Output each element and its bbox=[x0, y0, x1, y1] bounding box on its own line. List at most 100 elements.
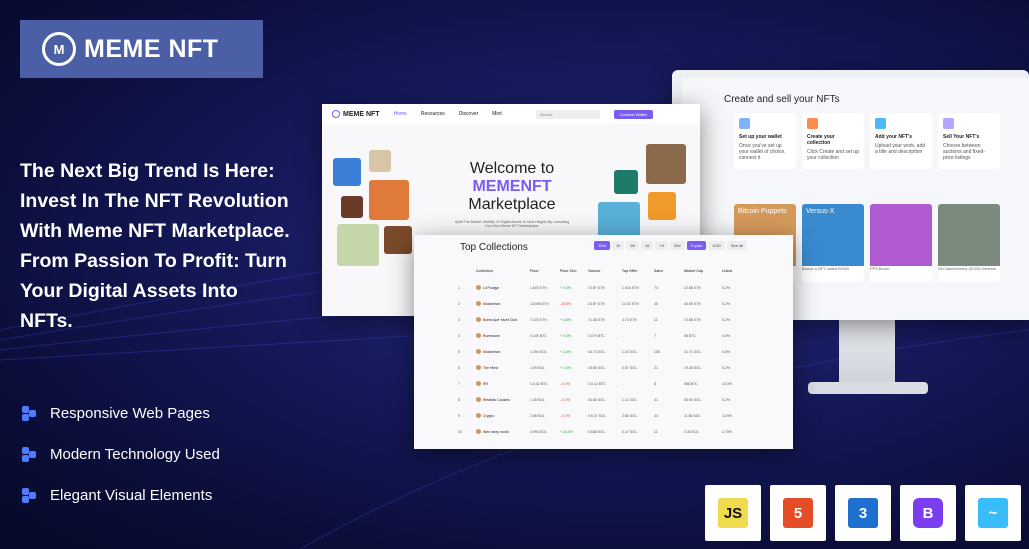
collection-avatar bbox=[476, 349, 481, 354]
step-title: Add your NFT's bbox=[875, 134, 913, 140]
step-text: Choose between auctions and fixed-price … bbox=[943, 143, 985, 161]
table-cell: 988 BTC bbox=[684, 381, 698, 386]
table-cell: 74.88 ETH bbox=[684, 317, 701, 322]
step-cards: Set up your wallet Once you've set up you… bbox=[734, 113, 1000, 169]
avatar bbox=[337, 224, 379, 266]
table-cell: - bbox=[622, 381, 624, 386]
table-cell: 11 bbox=[654, 317, 658, 322]
table-cell: 3 bbox=[458, 317, 460, 322]
table-row[interactable]: 4 Runestone 0.449 BTC + 0.0% 0.079 BTC - 7 98 B… bbox=[458, 333, 749, 338]
avatar bbox=[648, 192, 676, 220]
collection-label: Mutantmon bbox=[483, 301, 501, 306]
table-row[interactable]: 1 Lil Pudgys 1.600 ETH + 0.0% 74.87 ETH 1.016… bbox=[458, 285, 749, 290]
table-cell: - 0.0% bbox=[560, 397, 571, 402]
filter-tab[interactable]: 30m bbox=[594, 241, 611, 250]
column-header: Sales bbox=[654, 269, 664, 273]
step-title: Set up your wallet bbox=[739, 134, 782, 140]
top-collections-panel: Top Collections 30m 1h 6h 1d 7d 30d Crypto USD S… bbox=[414, 235, 793, 449]
step-card: Add your NFT's Upload your work, add a ti… bbox=[870, 113, 932, 169]
nav-resources[interactable]: Resources bbox=[421, 111, 445, 117]
step-icon bbox=[943, 118, 954, 129]
table-cell: 74.87 ETH bbox=[588, 285, 605, 290]
tech-logo: JS bbox=[705, 485, 761, 541]
table-row[interactable]: 2 Mutantmon 13.698 ETH -18.8% 24.87 ETH 14.02… bbox=[458, 301, 749, 306]
css3-icon: 3 bbox=[848, 498, 878, 528]
collection-name: Retardio Cousins bbox=[476, 397, 524, 402]
table-cell: 40.89 ETH bbox=[684, 301, 701, 306]
table-cell: + 0.0% bbox=[560, 285, 571, 290]
avatar bbox=[646, 144, 686, 184]
table-row[interactable]: 8 Retardio Cousins 1.45 SOL - 0.0% 34.65 SOL… bbox=[458, 397, 749, 402]
step-card: Create your collection Click Create and s… bbox=[802, 113, 864, 169]
table-cell: 9.6.37 SOL bbox=[588, 413, 606, 418]
table-cell: + 3.8% bbox=[560, 317, 571, 322]
collection-label: Cryppo bbox=[483, 413, 495, 418]
collection-name: Wen rarep world bbox=[476, 429, 524, 434]
avatar bbox=[369, 150, 391, 172]
tech-logo: 5 bbox=[770, 485, 826, 541]
table-row[interactable]: 5 Mutantmon 1.394 SOL + 2.0% 44.73 SOL 1.24 S… bbox=[458, 349, 749, 354]
table-cell: 14.02 ETH bbox=[622, 301, 639, 306]
collection-avatar bbox=[476, 413, 481, 418]
table-cell: 15.89 SOL bbox=[588, 365, 605, 370]
site-logo[interactable]: MEME NFT bbox=[332, 110, 380, 118]
filter-tab[interactable]: See all bbox=[726, 241, 747, 250]
filter-tab[interactable]: 7d bbox=[655, 241, 668, 250]
filter-tab[interactable]: Crypto bbox=[686, 241, 707, 250]
table-cell: 3.74 ETH bbox=[622, 317, 637, 322]
avatar bbox=[341, 196, 363, 218]
table-cell: 2 bbox=[458, 301, 460, 306]
connect-wallet-button[interactable]: Connect Wallet bbox=[613, 109, 653, 119]
nft-caption: SirChainMonkey (SCM) Genesis bbox=[938, 266, 996, 271]
table-cell: 34.65 SOL bbox=[588, 397, 605, 402]
table-cell: 105 bbox=[654, 349, 660, 354]
search-input[interactable]: Search bbox=[535, 109, 600, 119]
table-cell: 9 bbox=[458, 413, 460, 418]
collection-name: Lil Pudgys bbox=[476, 285, 524, 290]
filter-tab[interactable]: 30d bbox=[669, 241, 685, 250]
collection-label: The Hinst bbox=[483, 365, 498, 370]
nft-card[interactable]: PFS Boom bbox=[870, 204, 932, 282]
table-cell: 98 BTC bbox=[684, 333, 696, 338]
table-cell: 44.73 SOL bbox=[588, 349, 605, 354]
bullet-icon bbox=[22, 405, 38, 422]
table-cell: 13.698 ETH bbox=[530, 301, 549, 306]
table-cell: 6 bbox=[458, 365, 460, 370]
table-cell: 0.47 SOL bbox=[622, 429, 637, 434]
table-cell: -18.8% bbox=[560, 301, 572, 306]
nav-home[interactable]: Home bbox=[394, 111, 407, 117]
table-header: Collection Floor Floor Chn Volume Top Offer S… bbox=[458, 269, 749, 273]
nft-card[interactable]: SirChainMonkey (SCM) Genesis bbox=[938, 204, 1000, 282]
table-cell: 71.38 ETH bbox=[588, 317, 605, 322]
table-cell: 7.100 ETH bbox=[530, 317, 547, 322]
nft-image bbox=[938, 204, 1000, 266]
table-row[interactable]: 7 RR 1.6.02 BTC - 0.0% 0.0.12 BTC - 8 988 BTC 10… bbox=[458, 381, 749, 386]
filter-tab[interactable]: USD bbox=[708, 241, 725, 250]
table-cell: 1.016 ETH bbox=[622, 285, 639, 290]
column-header: Floor bbox=[530, 269, 539, 273]
feature-label: Elegant Visual Elements bbox=[50, 487, 213, 504]
feature-label: Modern Technology Used bbox=[50, 446, 220, 463]
nav-discover[interactable]: Discover bbox=[459, 111, 478, 117]
brand-logo-icon: M bbox=[42, 32, 76, 66]
table-cell: 11.80 SOL bbox=[684, 413, 701, 418]
nft-card[interactable]: Versus-X Bonus a NFT called BOAS bbox=[802, 204, 864, 282]
nav-mint[interactable]: Mint bbox=[492, 111, 501, 117]
table-row[interactable]: 9 Cryppo 2.85 SOL - 0.0% 9.6.37 SOL 2.86 SOL 3… bbox=[458, 413, 749, 418]
feature-label: Responsive Web Pages bbox=[50, 405, 210, 422]
filter-tab[interactable]: 6h bbox=[626, 241, 639, 250]
monitor-stand bbox=[839, 320, 895, 384]
collection-name: Mutantmon bbox=[476, 349, 524, 354]
filter-tab[interactable]: 1d bbox=[640, 241, 654, 250]
tailwind-icon: ~ bbox=[978, 498, 1008, 528]
logo-icon bbox=[332, 110, 340, 118]
table-row[interactable]: 3 Bored Ape Yacht Club 7.100 ETH + 3.8% 71.3… bbox=[458, 317, 749, 322]
table-row[interactable]: 6 The Hinst 1.99 SOL + 1.0% 15.89 SOL 0.87 SO… bbox=[458, 365, 749, 370]
table-cell: 0.2% bbox=[722, 317, 730, 322]
filter-tab[interactable]: 1h bbox=[612, 241, 625, 250]
bullet-icon bbox=[22, 446, 38, 463]
table-cell: 1 bbox=[458, 285, 460, 290]
table-row[interactable]: 10 Wen rarep world 3.993 SOL + 15.0% 0.665 S… bbox=[458, 429, 749, 434]
step-icon bbox=[739, 118, 750, 129]
collection-label: RR bbox=[483, 381, 489, 386]
